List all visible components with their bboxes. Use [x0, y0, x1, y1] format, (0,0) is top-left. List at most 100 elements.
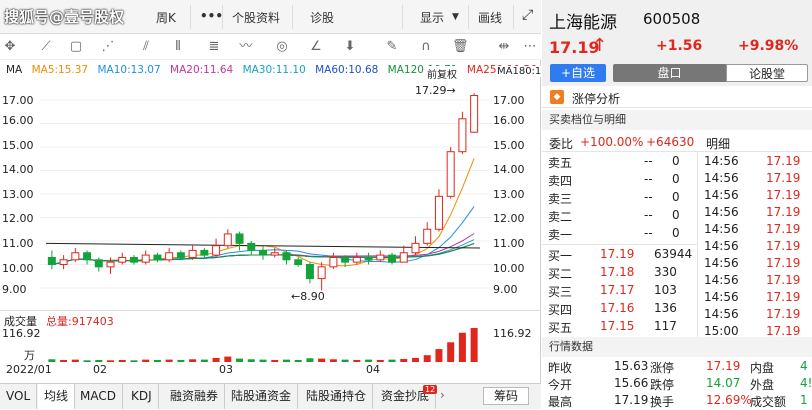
buy-level-volume: 63944: [654, 247, 693, 261]
vertical-lines-icon[interactable]: ⫴: [170, 39, 186, 55]
sell-level-price: --: [644, 154, 653, 168]
tab-macd[interactable]: MACD: [74, 384, 123, 409]
volume-bar: [400, 358, 408, 362]
volume-chart[interactable]: [40, 326, 492, 362]
volume-bar: [365, 359, 373, 362]
candle: [434, 189, 443, 232]
tab-forum[interactable]: 论股堂: [726, 64, 808, 82]
detail-time: 15:00: [704, 324, 739, 338]
candle: [153, 252, 162, 263]
arrow-down-icon[interactable]: ⬇: [342, 39, 358, 55]
sell-level-volume: 0: [672, 208, 680, 222]
stock-name: 上海能源: [549, 13, 617, 33]
tab-market[interactable]: 盘口: [613, 64, 726, 82]
market-value: 14.07: [706, 376, 741, 390]
magnet-icon[interactable]: ∩: [418, 39, 434, 55]
tab-vol[interactable]: VOL: [0, 384, 38, 409]
line-segment-icon[interactable]: ⟋: [38, 39, 54, 55]
detail-time: 14:56: [704, 290, 739, 304]
volume-bar: [447, 342, 455, 362]
tab-kdj[interactable]: KDJ: [125, 384, 159, 409]
more-tools-icon[interactable]: ⋯: [522, 39, 538, 55]
price-tick: 11.00: [2, 237, 34, 250]
candle: [458, 111, 467, 155]
volume-bar: [341, 359, 349, 362]
detail-price: 17.19: [766, 290, 801, 304]
detail-price: 17.19: [766, 171, 801, 185]
sell-level-price: --: [644, 172, 653, 186]
buy-level-price: 17.16: [600, 301, 635, 315]
drawline-button[interactable]: 画线: [478, 9, 502, 26]
limit-analysis-row[interactable]: ◆ 涨停分析: [542, 86, 812, 108]
chevron-right-icon[interactable]: ›: [440, 388, 445, 402]
profile-button[interactable]: 个股资料: [232, 9, 280, 26]
buy-level-volume: 330: [654, 265, 677, 279]
rectangle-icon[interactable]: ▢: [68, 39, 84, 55]
date-tick: 2022/01: [6, 363, 52, 376]
volume-bar: [306, 358, 314, 362]
ma-label: MA: [6, 64, 23, 76]
diagnose-button[interactable]: 诊股: [310, 9, 334, 26]
detail-price: 17.19: [766, 188, 801, 202]
price-tick: 9.00: [2, 283, 27, 296]
chevron-down-icon: ▼: [452, 12, 459, 22]
tab-hk-holding[interactable]: 陆股通持仓: [300, 384, 374, 409]
sell-level-label: 卖二: [548, 210, 573, 224]
detail-price: 17.19: [766, 239, 801, 253]
candle: [83, 250, 92, 265]
candle: [165, 248, 174, 263]
market-value: 15.63: [614, 359, 649, 373]
price-tick: 14.00: [493, 163, 525, 176]
pen-icon[interactable]: ✎: [384, 39, 400, 55]
new-badge: 12: [423, 385, 438, 394]
market-label: 换手: [650, 395, 675, 409]
fan-icon[interactable]: ⋰: [100, 39, 116, 55]
ma5-value: MA5:15.37: [31, 64, 89, 76]
candle: [446, 147, 455, 199]
compress-icon[interactable]: ⇹: [496, 39, 512, 55]
tab-chips[interactable]: 筹码: [483, 387, 530, 405]
fibonacci-icon[interactable]: ≣: [206, 39, 222, 55]
crosshair-move-icon[interactable]: ✥: [2, 39, 18, 55]
parallel-lines-icon[interactable]: ⫽: [138, 39, 154, 55]
market-value: 17.19: [706, 359, 741, 373]
price-tick: 14.00: [2, 163, 34, 176]
candlestick-chart[interactable]: [40, 80, 492, 310]
more-menu-button[interactable]: •••: [200, 9, 223, 23]
orderbook-title: 买卖档位与明细: [542, 110, 812, 130]
ma-legend: MA MA5:15.37 MA10:13.07 MA20:11.64 MA30:…: [0, 64, 541, 80]
display-button[interactable]: 显示: [420, 9, 444, 26]
volume-unit: 万: [24, 349, 35, 362]
candle: [235, 231, 244, 251]
price-tick: 13.00: [493, 188, 525, 201]
buy-level-label: 买一: [548, 249, 573, 263]
date-tick: 04: [366, 363, 380, 376]
sell-level-volume: 0: [672, 190, 680, 204]
trash-icon[interactable]: 🗑: [452, 39, 469, 55]
cycle-icon[interactable]: ◎: [274, 39, 290, 55]
candle: [188, 245, 197, 260]
price-tick: 16.00: [493, 114, 525, 127]
period-selector[interactable]: 周K: [156, 9, 176, 26]
market-value: 15.66: [614, 376, 649, 390]
price-tick: 12.00: [2, 212, 34, 225]
price-tick: 12.00: [493, 212, 525, 225]
volume-bar: [411, 357, 419, 362]
candle: [223, 229, 232, 249]
price-tick: 17.00: [2, 94, 34, 107]
volume-bar: [71, 359, 79, 362]
expand-icon[interactable]: ⤢: [522, 7, 533, 23]
tab-hk-flow[interactable]: 陆股通资金: [225, 384, 299, 409]
volume-max-left: 116.92: [2, 327, 41, 340]
wave-icon[interactable]: 〰: [238, 39, 254, 55]
add-watchlist-button[interactable]: +自选: [550, 64, 606, 82]
detail-time: 14:56: [704, 307, 739, 321]
angle-icon[interactable]: ∠: [308, 39, 324, 55]
adjust-mode-label[interactable]: 前复权: [425, 66, 459, 81]
detail-time: 14:56: [704, 239, 739, 253]
volume-bar: [470, 328, 478, 362]
tab-ma[interactable]: 均线: [38, 384, 76, 409]
price-tick: 15.00: [2, 139, 34, 152]
tab-margin[interactable]: 融资融券: [164, 384, 226, 409]
detail-time: 14:56: [704, 188, 739, 202]
